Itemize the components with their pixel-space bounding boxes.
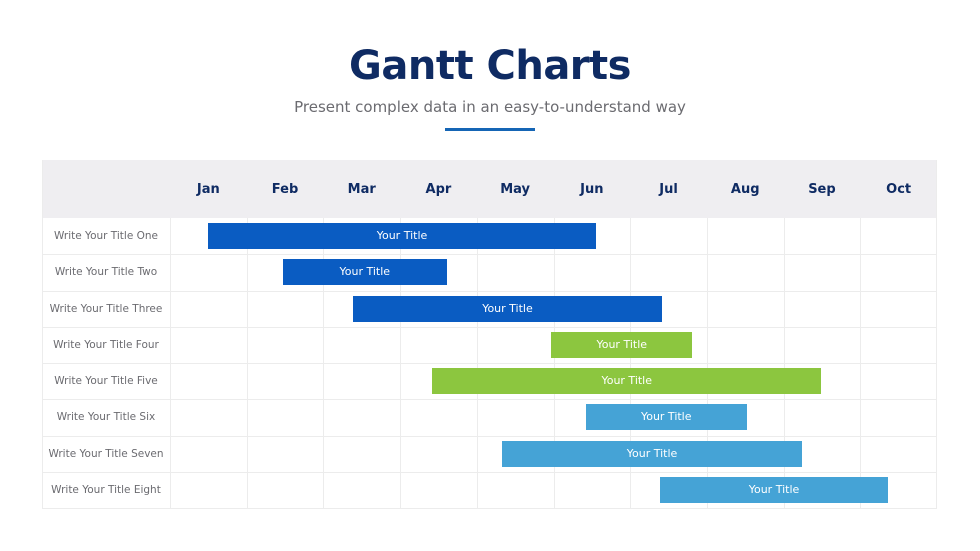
grid-line-horizontal (42, 291, 937, 292)
grid-line-horizontal (42, 399, 937, 400)
month-label-feb: Feb (271, 182, 299, 197)
grid-line-horizontal (42, 363, 937, 364)
task-label: Write Your Title Two (54, 266, 158, 279)
gantt-bar: Your Title (502, 440, 802, 467)
page-subtitle: Present complex data in an easy-to-under… (294, 98, 686, 116)
grid-line-horizontal (42, 254, 937, 255)
gantt-chart: Jan Feb Mar Apr May Jun Jul Aug Sep Oct Write Your… (42, 160, 937, 509)
gantt-bar: Your Title (432, 368, 822, 395)
task-label: Write Your Title Four (53, 338, 159, 351)
grid-line-horizontal (42, 508, 937, 509)
task-label: Write Your Title Eight (51, 483, 161, 496)
grid-line-horizontal (42, 436, 937, 437)
gantt-bar: Your Title (660, 476, 888, 503)
task-label: Write Your Title Six (56, 411, 156, 424)
month-label-jul: Jul (659, 182, 678, 197)
task-label: Write Your Title One (53, 230, 159, 242)
gantt-bar: Your Title (551, 331, 693, 358)
page-title: Gantt Charts (349, 43, 631, 89)
month-label-oct: Oct (886, 182, 912, 197)
month-label-apr: Apr (425, 182, 452, 197)
task-label: Write Your Title Seven (48, 447, 164, 460)
month-label-sep: Sep (808, 182, 836, 197)
grid-line-horizontal (42, 472, 937, 473)
gantt-bar: Your Title (208, 223, 596, 250)
gantt-bar: Your Title (353, 295, 662, 322)
month-label-aug: Aug (730, 182, 760, 197)
gantt-bar: Your Title (282, 259, 447, 286)
month-label-jan: Jan (196, 182, 220, 197)
title-underline-divider (445, 128, 535, 131)
task-label: Write Your Title Five (54, 375, 158, 387)
month-label-may: May (500, 182, 531, 197)
grid-line-horizontal (42, 327, 937, 328)
task-label: Write Your Title Three (49, 302, 163, 315)
gantt-bar: Your Title (585, 404, 747, 431)
month-label-mar: Mar (347, 182, 376, 197)
month-label-jun: Jun (580, 182, 604, 197)
